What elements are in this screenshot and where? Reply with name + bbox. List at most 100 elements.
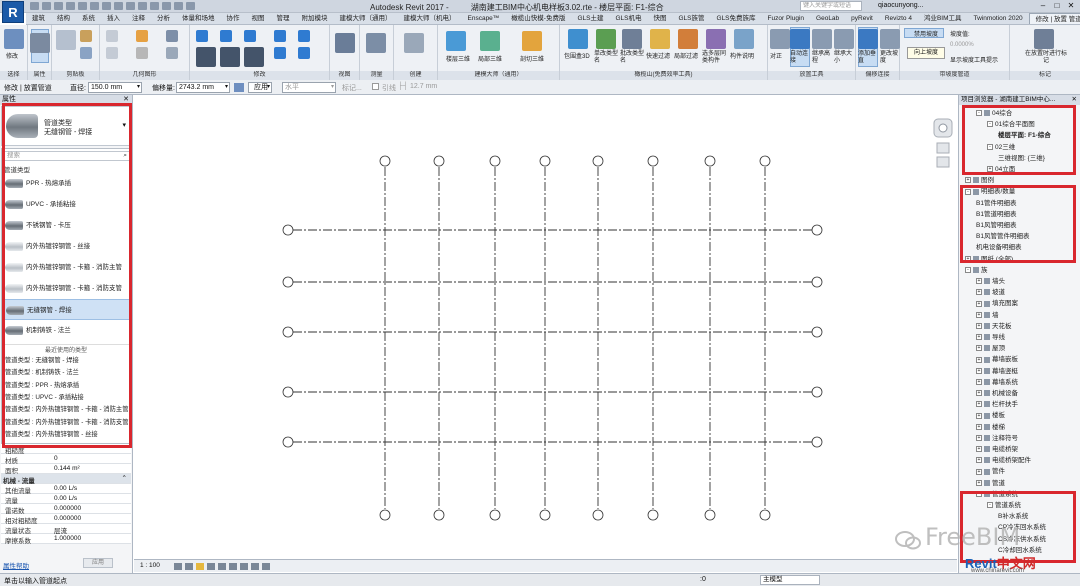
ribbon-tab[interactable]: 体量和场地	[176, 13, 221, 24]
cut-icon[interactable]	[80, 30, 92, 42]
browser-tree-node[interactable]: - 明细表/数量	[965, 187, 1015, 196]
paint-icon[interactable]	[166, 30, 178, 42]
change-slope-icon[interactable]	[880, 29, 900, 49]
inherit-elevation-icon[interactable]	[812, 29, 832, 49]
section-icon[interactable]	[150, 2, 159, 10]
create-similar-icon[interactable]	[404, 33, 424, 53]
minimize-icon[interactable]: –	[1036, 1, 1050, 11]
browser-tree-node[interactable]: B补水系统	[998, 512, 1028, 521]
revit-logo[interactable]: R	[2, 1, 24, 23]
browser-tree-node[interactable]: + 楼板	[976, 411, 1005, 420]
local-filter-icon[interactable]	[678, 29, 698, 49]
grid-bubble-bottom[interactable]	[489, 509, 501, 521]
browser-tree-node[interactable]: + 幕墙竖梃	[976, 367, 1018, 376]
grid-bubble-top[interactable]	[489, 155, 501, 167]
expand-toggle-icon[interactable]: +	[976, 311, 982, 318]
close-hidden-icon[interactable]	[174, 2, 183, 10]
offset-pick-icon[interactable]	[234, 83, 244, 92]
property-value[interactable]: 0.144 m²	[54, 465, 80, 472]
collapse-icon[interactable]: ⌃	[122, 474, 127, 482]
ribbon-tab[interactable]: 视图	[246, 13, 271, 24]
section-3d-button[interactable]: 剖切三维	[520, 54, 544, 63]
grid-bubble-bottom[interactable]	[592, 509, 604, 521]
join-icon[interactable]	[136, 30, 148, 42]
ribbon-tab[interactable]: GeoLab	[810, 13, 845, 24]
pipe-type-option[interactable]: 内外热镀锌钢管 - 丝接	[2, 236, 130, 257]
crop-view-icon[interactable]	[218, 563, 226, 570]
ribbon-tab[interactable]: Twinmotion 2020	[968, 13, 1029, 24]
browser-tree-node[interactable]: + 图例	[965, 176, 994, 185]
pipe-type-option[interactable]: PPR - 热熔承插	[2, 173, 130, 194]
browser-tree-node[interactable]: + 导线	[976, 333, 1005, 342]
expand-toggle-icon[interactable]: +	[976, 390, 982, 397]
ribbon-tab[interactable]: 管理	[271, 13, 296, 24]
grid-bubble-left[interactable]	[282, 276, 294, 288]
ribbon-tab[interactable]: 注释	[126, 13, 151, 24]
pipe-type-option[interactable]: 无缝钢管 - 焊接	[2, 299, 130, 320]
add-vertical-button[interactable]: 添加垂直	[858, 51, 878, 65]
cope-icon[interactable]	[106, 30, 118, 42]
quick-filter-icon[interactable]	[650, 29, 670, 49]
visual-style-icon[interactable]	[185, 563, 193, 570]
wall-joins-icon[interactable]	[136, 47, 148, 59]
expand-toggle-icon[interactable]: +	[976, 435, 982, 442]
property-value[interactable]: 1.000000	[54, 535, 81, 542]
multi-level-select-icon[interactable]	[706, 29, 726, 49]
grid-bubble-top[interactable]	[592, 155, 604, 167]
undo-icon[interactable]	[66, 2, 75, 10]
active-model-select[interactable]: 主模型	[760, 575, 820, 585]
browser-tree-node[interactable]: B1管件明细表	[976, 199, 1016, 208]
expand-toggle-icon[interactable]: +	[976, 401, 982, 408]
leader-checkbox[interactable]	[372, 83, 379, 90]
grid-bubble-top[interactable]	[647, 155, 659, 167]
maximize-icon[interactable]: □	[1050, 1, 1064, 11]
inherit-elevation-button[interactable]: 继承高程	[812, 51, 832, 65]
ribbon-tab[interactable]: GLS机电	[609, 13, 647, 24]
ribbon-tab[interactable]: 附加模块	[296, 13, 334, 24]
grid-bubble-right[interactable]	[811, 436, 823, 448]
grid-bubble-top[interactable]	[433, 155, 445, 167]
property-row[interactable]: 流量状态 层流	[1, 524, 131, 535]
ribbon-tab[interactable]: 鸿业BIM工具	[918, 13, 968, 24]
browser-tree-node[interactable]: - 管道系统	[976, 490, 1018, 499]
property-value[interactable]: 0	[54, 455, 58, 462]
ribbon-tab[interactable]: Enscape™	[462, 13, 506, 24]
expand-toggle-icon[interactable]: -	[987, 143, 993, 150]
rename-type-button[interactable]: 单改类型名	[594, 51, 618, 65]
ribbon-tab[interactable]: 分析	[151, 13, 176, 24]
ribbon-tab[interactable]: 插入	[101, 13, 126, 24]
apply-offset-button[interactable]: 应用	[248, 82, 272, 93]
chevron-down-icon[interactable]: ▾	[122, 121, 126, 129]
expand-toggle-icon[interactable]: +	[976, 367, 982, 374]
ribbon-tab[interactable]: 系统	[76, 13, 101, 24]
rotate-icon[interactable]	[244, 47, 264, 67]
array-icon[interactable]	[298, 30, 310, 42]
justify-icon[interactable]	[770, 29, 790, 49]
component-info-icon[interactable]	[734, 29, 754, 49]
tag-label[interactable]: 标记...	[342, 83, 362, 93]
browser-tree-node[interactable]: + 坡道	[976, 288, 1005, 297]
grid-bubble-bottom[interactable]	[379, 509, 391, 521]
quick-filter-button[interactable]: 快速过滤	[646, 51, 670, 60]
section-flow[interactable]: 机械 - 流量 ⌃	[1, 474, 131, 485]
ribbon-tab[interactable]: 协作	[221, 13, 246, 24]
help-search-input[interactable]: 键入关键字或短语	[800, 1, 862, 11]
grid-bubble-bottom[interactable]	[539, 509, 551, 521]
mirror-axis-icon[interactable]	[244, 30, 256, 42]
thin-lines-icon[interactable]	[162, 2, 171, 10]
browser-tree-node[interactable]: + 图纸 (全部)	[965, 255, 1013, 264]
browser-tree-node[interactable]: + 楼梯	[976, 423, 1005, 432]
cut-geometry-icon[interactable]	[106, 47, 118, 59]
grid-bubble-left[interactable]	[282, 326, 294, 338]
measure-icon[interactable]	[102, 2, 111, 10]
add-vertical-icon[interactable]	[858, 29, 878, 49]
grid-bubble-top[interactable]	[539, 155, 551, 167]
component-info-button[interactable]: 构件说明	[730, 51, 754, 60]
grid-bubble-right[interactable]	[811, 386, 823, 398]
properties-help-link[interactable]: 属性帮助	[3, 560, 29, 570]
3d-view-icon[interactable]	[138, 2, 147, 10]
property-row[interactable]: 粗糙度	[1, 444, 131, 455]
ribbon-tab[interactable]: 快图	[648, 13, 673, 24]
browser-tree-node[interactable]: + 电缆桥架	[976, 445, 1018, 454]
offset-select[interactable]: 2743.2 mm	[176, 82, 230, 93]
